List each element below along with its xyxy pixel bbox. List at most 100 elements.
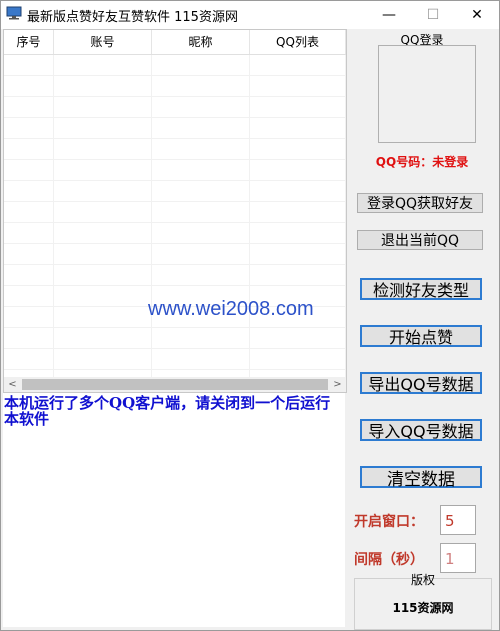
app-monitor-icon bbox=[6, 6, 22, 20]
table-cell bbox=[152, 265, 250, 285]
table-cell bbox=[152, 223, 250, 243]
table-cell bbox=[152, 76, 250, 96]
table-cell bbox=[4, 286, 54, 306]
table-cell bbox=[54, 55, 152, 75]
table-cell bbox=[250, 349, 346, 369]
copyright-group: 版权 115资源网 bbox=[354, 573, 492, 630]
table-body bbox=[4, 55, 346, 391]
table-cell bbox=[250, 97, 346, 117]
table-cell bbox=[4, 160, 54, 180]
export-data-button[interactable]: 导出QQ号数据 bbox=[360, 372, 482, 394]
table-cell bbox=[4, 181, 54, 201]
table-cell bbox=[250, 55, 346, 75]
table-row[interactable] bbox=[4, 223, 346, 244]
table-row[interactable] bbox=[4, 265, 346, 286]
interval-input[interactable]: 1 bbox=[440, 543, 476, 573]
table-cell bbox=[4, 202, 54, 222]
table-row[interactable] bbox=[4, 118, 346, 139]
horizontal-scrollbar[interactable]: < > bbox=[4, 377, 346, 392]
table-cell bbox=[250, 265, 346, 285]
window-count-input[interactable]: 5 bbox=[440, 505, 476, 535]
table-cell bbox=[250, 160, 346, 180]
table-row[interactable] bbox=[4, 202, 346, 223]
table-cell bbox=[54, 97, 152, 117]
clear-data-button[interactable]: 清空数据 bbox=[360, 466, 482, 490]
table-header: 序号 账号 昵称 QQ列表 bbox=[4, 30, 346, 55]
table-row[interactable] bbox=[4, 244, 346, 265]
copyright-value: 115资源网 bbox=[392, 601, 454, 615]
table-row[interactable] bbox=[4, 76, 346, 97]
scroll-left-icon[interactable]: < bbox=[4, 377, 21, 392]
scroll-thumb[interactable] bbox=[22, 379, 328, 390]
maximize-button[interactable]: ☐ bbox=[411, 1, 455, 29]
log-message: 本机运行了多个QQ客户端，请关闭到一个后运行本软件 bbox=[4, 394, 331, 428]
table-cell bbox=[250, 328, 346, 348]
table-cell bbox=[4, 76, 54, 96]
window-count-label: 开启窗口： bbox=[354, 514, 424, 530]
table-cell bbox=[152, 349, 250, 369]
watermark-text: www.wei2008.com bbox=[148, 298, 314, 320]
table-cell bbox=[4, 118, 54, 138]
table-cell bbox=[250, 244, 346, 264]
table-cell bbox=[152, 328, 250, 348]
table-cell bbox=[250, 139, 346, 159]
table-cell bbox=[54, 349, 152, 369]
column-header-nickname[interactable]: 昵称 bbox=[152, 30, 250, 54]
table-row[interactable] bbox=[4, 139, 346, 160]
table-cell bbox=[250, 202, 346, 222]
table-cell bbox=[54, 76, 152, 96]
table-cell bbox=[152, 118, 250, 138]
table-cell bbox=[54, 160, 152, 180]
logout-button[interactable]: 退出当前QQ bbox=[357, 230, 483, 250]
column-header-qq-list[interactable]: QQ列表 bbox=[250, 30, 346, 54]
table-cell bbox=[4, 223, 54, 243]
scroll-right-icon[interactable]: > bbox=[329, 377, 346, 392]
main-window: 最新版点赞好友互赞软件 115资源网 — ☐ ✕ 序号 账号 昵称 QQ列表 <… bbox=[0, 0, 500, 631]
table-cell bbox=[4, 307, 54, 327]
table-cell bbox=[152, 202, 250, 222]
table-cell bbox=[4, 139, 54, 159]
control-panel: QQ登录 QQ号码：未登录 登录QQ获取好友 退出当前QQ 检测好友类型 开始点… bbox=[348, 29, 498, 630]
table-cell bbox=[54, 265, 152, 285]
table-cell bbox=[250, 118, 346, 138]
table-cell bbox=[54, 244, 152, 264]
log-textarea[interactable]: 本机运行了多个QQ客户端，请关闭到一个后运行本软件 bbox=[3, 393, 345, 627]
table-cell bbox=[4, 349, 54, 369]
table-row[interactable] bbox=[4, 55, 346, 76]
column-header-index[interactable]: 序号 bbox=[4, 30, 54, 54]
login-button[interactable]: 登录QQ获取好友 bbox=[357, 193, 483, 213]
detect-friends-button[interactable]: 检测好友类型 bbox=[360, 278, 482, 300]
table-cell bbox=[152, 181, 250, 201]
table-cell bbox=[4, 97, 54, 117]
table-cell bbox=[54, 286, 152, 306]
table-cell bbox=[54, 139, 152, 159]
table-cell bbox=[54, 328, 152, 348]
column-header-account[interactable]: 账号 bbox=[54, 30, 152, 54]
table-cell bbox=[152, 139, 250, 159]
qr-code-box bbox=[378, 45, 476, 143]
table-cell bbox=[250, 76, 346, 96]
table-cell bbox=[54, 202, 152, 222]
table-cell bbox=[4, 328, 54, 348]
table-row[interactable] bbox=[4, 349, 346, 370]
close-button[interactable]: ✕ bbox=[455, 1, 499, 29]
table-row[interactable] bbox=[4, 97, 346, 118]
table-cell bbox=[250, 223, 346, 243]
account-table[interactable]: 序号 账号 昵称 QQ列表 < > bbox=[3, 29, 347, 393]
table-cell bbox=[4, 265, 54, 285]
table-row[interactable] bbox=[4, 328, 346, 349]
copyright-legend: 版权 bbox=[410, 573, 435, 587]
minimize-button[interactable]: — bbox=[367, 1, 411, 29]
table-cell bbox=[4, 55, 54, 75]
import-data-button[interactable]: 导入QQ号数据 bbox=[360, 419, 482, 441]
table-row[interactable] bbox=[4, 181, 346, 202]
table-row[interactable] bbox=[4, 160, 346, 181]
table-cell bbox=[152, 160, 250, 180]
qq-status: QQ号码：未登录 bbox=[375, 155, 469, 169]
table-cell bbox=[250, 181, 346, 201]
qq-login-group: QQ登录 QQ号码：未登录 bbox=[352, 31, 492, 179]
start-like-button[interactable]: 开始点赞 bbox=[360, 325, 482, 347]
table-cell bbox=[54, 181, 152, 201]
table-cell bbox=[4, 244, 54, 264]
title-bar[interactable]: 最新版点赞好友互赞软件 115资源网 — ☐ ✕ bbox=[1, 1, 499, 29]
